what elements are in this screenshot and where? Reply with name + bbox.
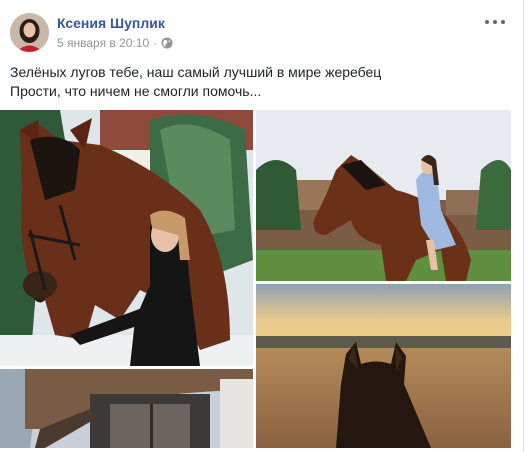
post-card: Ксения Шуплик 5 января в 20:10 · Зелёных… — [0, 0, 524, 452]
sunset-field-horse-ears-photo[interactable] — [256, 284, 511, 448]
meta-separator: · — [153, 36, 158, 50]
stable-building-photo[interactable] — [0, 369, 253, 448]
woman-with-bay-horse-photo[interactable] — [0, 110, 253, 366]
post-timestamp[interactable]: 5 января в 20:10 — [57, 36, 149, 50]
post-text: Зелёных лугов тебе, наш самый лучший в м… — [10, 63, 381, 101]
more-options-icon[interactable] — [485, 14, 505, 30]
author-name-link[interactable]: Ксения Шуплик — [57, 15, 165, 31]
post-text-line-2: Прости, что ничем не смогли помочь... — [10, 83, 262, 99]
author-avatar[interactable] — [10, 13, 49, 52]
rider-on-horse-photo[interactable] — [256, 110, 511, 281]
post-text-line-1: Зелёных лугов тебе, наш самый лучший в м… — [10, 64, 382, 80]
post-meta: 5 января в 20:10 · — [57, 36, 173, 50]
globe-icon[interactable] — [161, 37, 173, 49]
